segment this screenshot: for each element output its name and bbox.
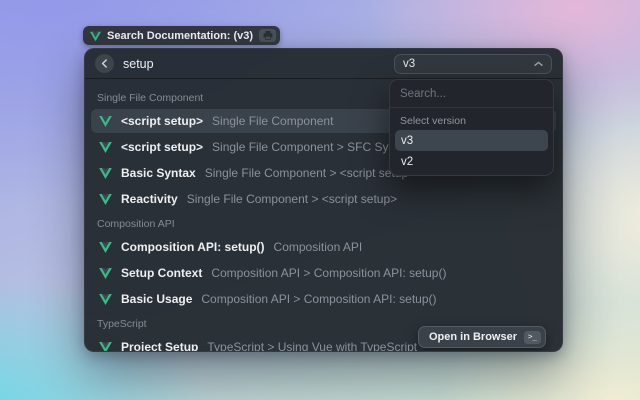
back-button[interactable]	[95, 54, 114, 73]
version-search-input[interactable]: Search...	[390, 80, 553, 107]
desktop-background: Search Documentation: (v3) setup v3	[0, 0, 640, 400]
result-title: Composition API: setup()	[121, 240, 265, 254]
result-path: TypeScript > Using Vue with TypeScript	[207, 340, 417, 352]
result-title: Reactivity	[121, 192, 178, 206]
dropdown-section-label: Select version	[390, 108, 553, 130]
search-panel: setup v3 Single File Component <script s…	[84, 48, 563, 352]
vue-logo-icon	[99, 194, 112, 205]
result-path: Single File Component > <script setup>	[187, 192, 397, 206]
vue-logo-icon	[99, 242, 112, 253]
command-tooltip-label: Search Documentation: (v3)	[107, 30, 253, 42]
chevron-left-icon	[101, 59, 108, 68]
search-header: setup v3	[85, 49, 562, 79]
version-option-v3[interactable]: v3	[395, 130, 548, 151]
result-path: Single File Component	[212, 114, 333, 128]
version-select-button[interactable]: v3	[394, 54, 552, 74]
vue-logo-icon	[99, 342, 112, 353]
result-path: Single File Component > <script setup>	[205, 166, 415, 180]
vue-logo-icon	[99, 142, 112, 153]
vue-logo-icon	[99, 116, 112, 127]
section-header: Composition API	[91, 213, 556, 235]
chevron-up-icon	[534, 61, 543, 67]
vue-logo-icon	[99, 294, 112, 305]
key-hint-glyph: >_	[528, 333, 537, 341]
open-in-browser-button[interactable]: Open in Browser >_	[418, 326, 546, 348]
result-title: Basic Usage	[121, 292, 192, 306]
version-select-value: v3	[403, 58, 415, 70]
result-path: Composition API	[274, 240, 363, 254]
printer-icon	[259, 29, 276, 42]
result-path: Composition API > Composition API: setup…	[211, 266, 446, 280]
search-input[interactable]: setup	[123, 57, 154, 71]
result-title: Basic Syntax	[121, 166, 196, 180]
version-dropdown-popup: Search... Select version v3 v2	[389, 79, 554, 176]
result-path: Composition API > Composition API: setup…	[201, 292, 436, 306]
terminal-key-icon: >_	[524, 331, 541, 344]
open-in-browser-label: Open in Browser	[429, 331, 517, 343]
result-row[interactable]: Setup Context Composition API > Composit…	[91, 261, 556, 285]
result-title: <script setup>	[121, 140, 203, 154]
command-tooltip: Search Documentation: (v3)	[83, 26, 280, 45]
result-title: <script setup>	[121, 114, 203, 128]
vue-logo-icon	[99, 268, 112, 279]
result-title: Setup Context	[121, 266, 202, 280]
result-title: Project Setup	[121, 340, 198, 352]
result-row[interactable]: Composition API: setup() Composition API	[91, 235, 556, 259]
result-row[interactable]: Basic Usage Composition API > Compositio…	[91, 287, 556, 311]
result-row[interactable]: Reactivity Single File Component > <scri…	[91, 187, 556, 211]
vue-logo-icon	[90, 31, 101, 41]
version-option-v2[interactable]: v2	[395, 151, 548, 172]
vue-logo-icon	[99, 168, 112, 179]
